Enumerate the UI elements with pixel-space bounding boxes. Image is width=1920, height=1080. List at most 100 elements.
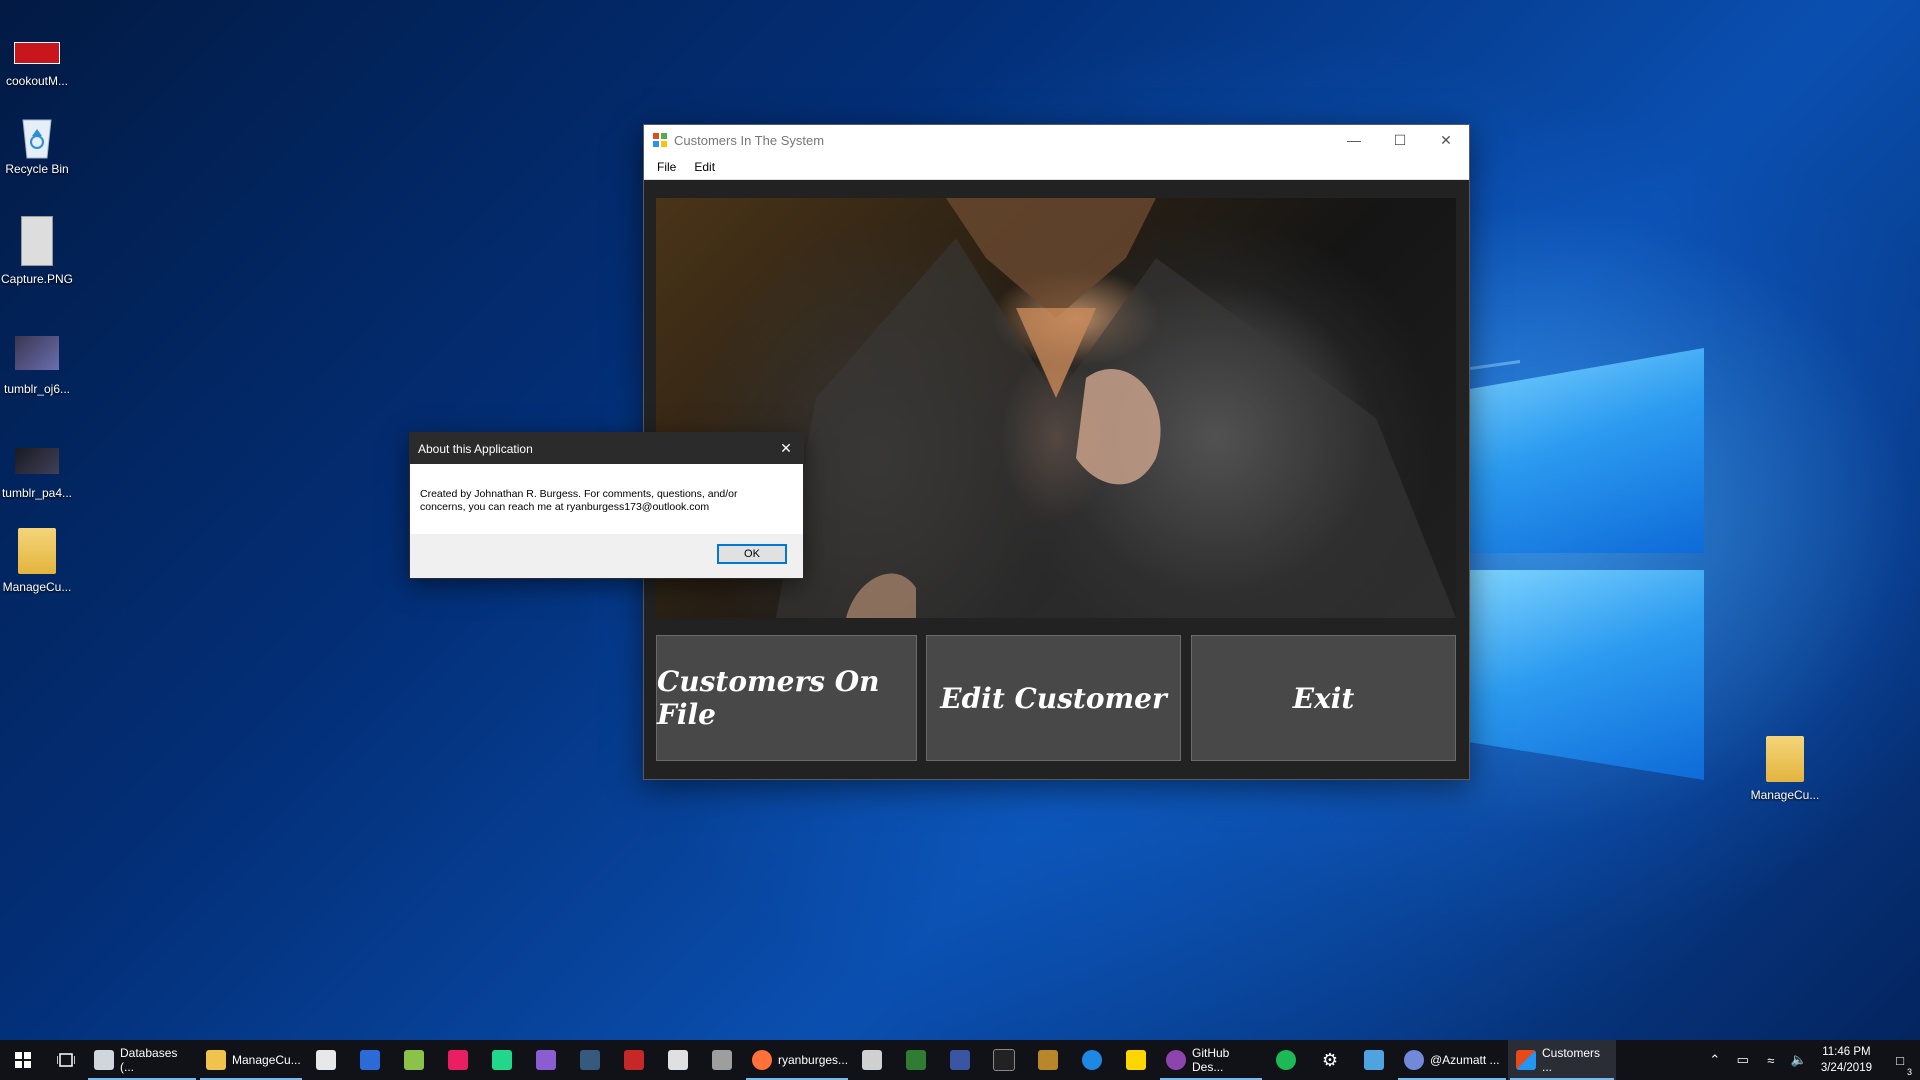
zip-folder-icon: [18, 528, 56, 574]
desktop-icon-label: Capture.PNG: [0, 272, 74, 286]
taskbar-app-discord[interactable]: @Azumatt ...: [1396, 1040, 1508, 1080]
video-file-icon: [15, 336, 59, 370]
app-icon: [653, 133, 667, 147]
close-button[interactable]: ✕: [1423, 125, 1469, 155]
taskbar-game[interactable]: [1026, 1040, 1070, 1080]
desktop-icon-managecu[interactable]: ManageCu...: [0, 528, 77, 594]
notepad-icon: [404, 1050, 424, 1070]
taskbar-app-label: ManageCu...: [232, 1053, 301, 1067]
edge-icon: [1082, 1050, 1102, 1070]
desktop-icon-managecu-right[interactable]: ManageCu...: [1745, 736, 1825, 802]
notification-icon: □: [1896, 1052, 1904, 1068]
access-icon: [624, 1050, 644, 1070]
window-title-bar[interactable]: Customers In The System — ☐ ✕: [644, 125, 1469, 155]
remote-desktop-icon: [1364, 1050, 1384, 1070]
taskbar-spotify[interactable]: [1264, 1040, 1308, 1080]
pycharm-icon: [492, 1050, 512, 1070]
chevron-up-icon: ⌃: [1709, 1052, 1721, 1067]
video-file-icon: [15, 448, 59, 474]
taskbar-powershell[interactable]: [348, 1040, 392, 1080]
taskbar-app-managecu[interactable]: ManageCu...: [198, 1040, 304, 1080]
clock-time: 11:46 PM: [1822, 1046, 1871, 1058]
ok-button[interactable]: OK: [717, 544, 787, 564]
customers-on-file-button[interactable]: Customers On File: [656, 635, 917, 761]
show-hidden-icons-button[interactable]: ⌃: [1701, 1052, 1729, 1068]
recycle-bin-icon: [15, 112, 59, 159]
exit-button[interactable]: Exit: [1191, 635, 1456, 761]
wifi-icon: ≈: [1767, 1052, 1775, 1068]
dialog-close-button[interactable]: ✕: [769, 433, 803, 464]
menu-edit[interactable]: Edit: [685, 158, 724, 176]
taskbar-access[interactable]: [612, 1040, 656, 1080]
taskbar-notepad-plus[interactable]: [392, 1040, 436, 1080]
volume-button[interactable]: 🔈: [1785, 1052, 1813, 1068]
taskbar-calculator[interactable]: [850, 1040, 894, 1080]
calculator-icon: [862, 1050, 882, 1070]
visual-studio-icon: [536, 1050, 556, 1070]
desktop-icon-recycle-bin[interactable]: Recycle Bin: [0, 112, 77, 176]
taskbar: Databases (... ManageCu... ryanburges...…: [0, 1040, 1920, 1080]
action-center-button[interactable]: □ 3: [1880, 1052, 1920, 1077]
taskbar-app-label: Databases (...: [120, 1046, 178, 1074]
taskbar-app-label: ryanburges...: [778, 1053, 849, 1067]
close-icon: ✕: [1440, 131, 1452, 148]
desktop-icon-cookout[interactable]: cookoutM...: [0, 30, 77, 88]
desktop-icon-label: tumblr_pa4...: [1, 486, 73, 500]
desktop-icon-tumblr-pa4[interactable]: tumblr_pa4...: [0, 434, 77, 500]
dialog-footer: OK: [410, 534, 803, 577]
action-buttons: Customers On File Edit Customer Exit: [656, 635, 1456, 763]
desktop-icon-tumblr-oj6[interactable]: tumblr_oj6...: [0, 330, 77, 396]
taskbar-app-databases[interactable]: Databases (...: [86, 1040, 198, 1080]
sticky-notes-icon: [1126, 1050, 1146, 1070]
taskbar-photos[interactable]: [700, 1040, 744, 1080]
photos-icon: [712, 1050, 732, 1070]
edit-customer-button[interactable]: Edit Customer: [926, 635, 1181, 761]
menu-bar: File Edit: [644, 155, 1469, 180]
taskbar-app-customers[interactable]: Customers ...: [1508, 1040, 1616, 1080]
taskbar-app-github[interactable]: GitHub Des...: [1158, 1040, 1264, 1080]
github-desktop-icon: [1166, 1050, 1186, 1070]
minimize-button[interactable]: —: [1331, 125, 1377, 155]
taskbar-mail[interactable]: [304, 1040, 348, 1080]
window-title: Customers In The System: [674, 132, 825, 148]
network-button[interactable]: ≈: [1757, 1053, 1785, 1068]
taskbar-app-label: @Azumatt ...: [1430, 1053, 1500, 1067]
task-view-button[interactable]: [46, 1040, 86, 1080]
gear-icon: ⚙: [1321, 1049, 1339, 1070]
clock[interactable]: 11:46 PM 3/24/2019: [1813, 1044, 1880, 1076]
taskbar-mysql-workbench[interactable]: [568, 1040, 612, 1080]
taskbar-settings[interactable]: ⚙: [1308, 1040, 1352, 1080]
task-view-icon: [57, 1053, 75, 1067]
battery-button[interactable]: ▭: [1729, 1052, 1757, 1068]
taskbar-edge[interactable]: [1070, 1040, 1114, 1080]
project-icon: [906, 1050, 926, 1070]
taskbar-sticky-notes[interactable]: [1114, 1040, 1158, 1080]
taskbar-remote-desktop[interactable]: [1352, 1040, 1396, 1080]
taskbar-intellij[interactable]: [436, 1040, 480, 1080]
dialog-title-bar[interactable]: About this Application ✕: [410, 433, 803, 464]
battery-icon: ▭: [1736, 1052, 1749, 1067]
start-button[interactable]: [0, 1040, 46, 1080]
taskbar-project[interactable]: [894, 1040, 938, 1080]
close-icon: ✕: [780, 440, 792, 456]
taskbar-visual-studio[interactable]: [524, 1040, 568, 1080]
maximize-button[interactable]: ☐: [1377, 125, 1423, 155]
dialog-message: Created by Johnathan R. Burgess. For com…: [410, 464, 803, 534]
menu-file[interactable]: File: [648, 158, 685, 176]
folder-app-icon: [206, 1050, 226, 1070]
taskbar-app-firefox[interactable]: ryanburges...: [744, 1040, 850, 1080]
taskbar-pycharm[interactable]: [480, 1040, 524, 1080]
game-icon: [1038, 1050, 1058, 1070]
taskbar-app-label: GitHub Des...: [1192, 1046, 1230, 1074]
dialog-message-line: Created by Johnathan R. Burgess. For com…: [420, 488, 738, 500]
image-file-icon: [21, 216, 53, 266]
taskbar-terminal[interactable]: [982, 1040, 1026, 1080]
spotify-icon: [1276, 1050, 1296, 1070]
customers-app-icon: [1516, 1050, 1536, 1070]
speaker-icon: 🔈: [1790, 1052, 1807, 1067]
desktop-icon-capture[interactable]: Capture.PNG: [0, 216, 77, 286]
taskbar-calendar[interactable]: [656, 1040, 700, 1080]
desktop-icon-label: cookoutM...: [5, 74, 69, 88]
taskbar-visio[interactable]: [938, 1040, 982, 1080]
about-dialog: About this Application ✕ Created by John…: [409, 432, 804, 579]
